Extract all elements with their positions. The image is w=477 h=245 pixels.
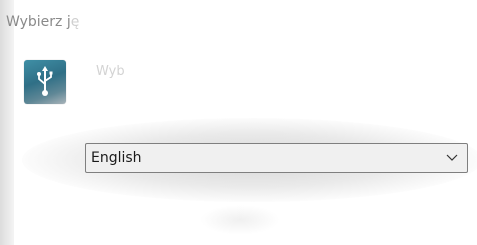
language-select-value: English (91, 150, 142, 166)
language-select[interactable]: English (85, 143, 468, 173)
chevron-down-icon (446, 154, 458, 161)
language-dialog: Wybierz ję Wyb English (0, 0, 477, 245)
prompt-text: Wyb (96, 64, 125, 79)
usb-symbol (37, 66, 53, 96)
window-title: Wybierz ję (6, 14, 79, 30)
bottom-fade (200, 205, 280, 235)
window-title-text: Wybierz j (6, 14, 71, 30)
window-title-faded: ę (70, 14, 80, 30)
window-edge (0, 0, 14, 245)
usb-icon (24, 60, 66, 104)
